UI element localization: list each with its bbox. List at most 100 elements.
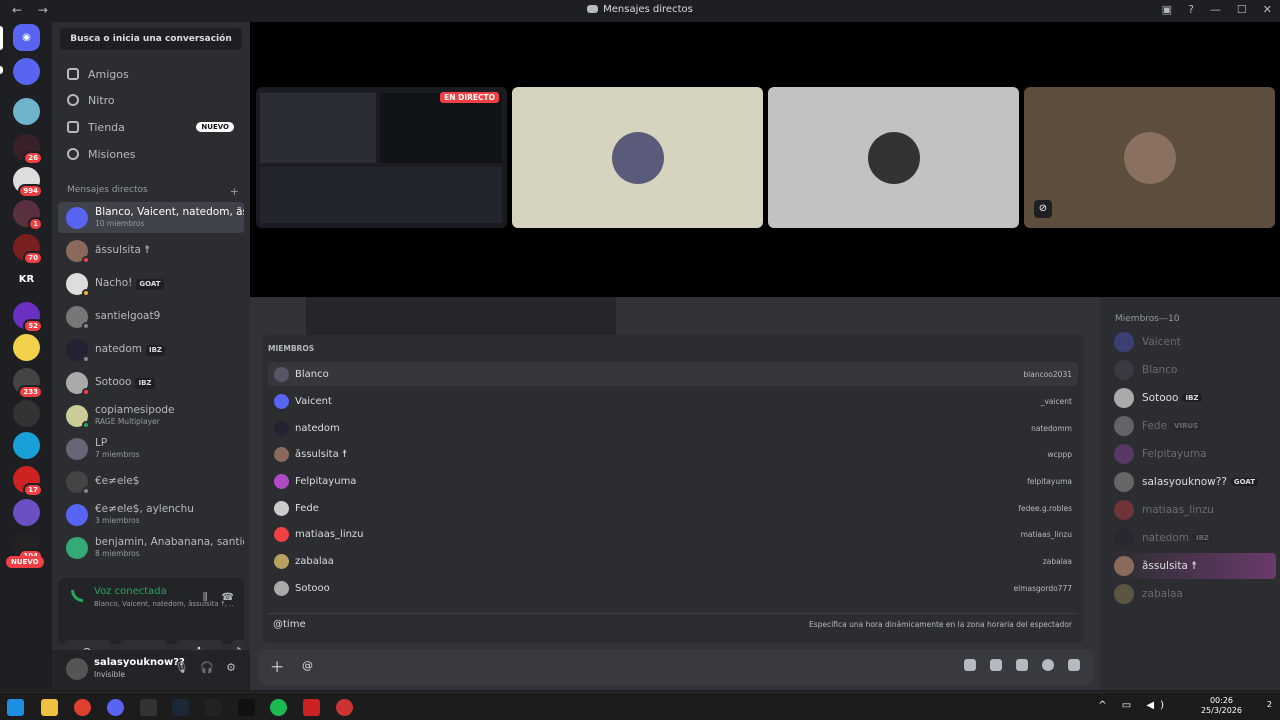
voice-status[interactable]: Voz conectada [94,586,167,597]
member-item[interactable]: natedom IBZ [1108,525,1276,551]
server-icon[interactable]: 994 [13,167,43,198]
participant-tile[interactable] [512,87,763,228]
explorer-icon[interactable] [41,699,58,716]
settings-icon[interactable]: ⚙ [226,661,236,674]
server-icon[interactable]: 26 [13,134,43,165]
headphones-icon[interactable]: 🎧 [200,661,214,674]
member-item[interactable]: Sotooo IBZ [1108,385,1276,411]
server-icon[interactable]: 70 [13,234,43,265]
mention-badge: 26 [23,151,43,165]
attach-button[interactable]: + [270,657,284,677]
member-item[interactable]: zabalaa [1108,581,1276,607]
dm-item[interactable]: ȁssulsita ☨ [58,235,244,266]
user-name[interactable]: salasyouknow?? [94,657,185,668]
server-icon[interactable]: 233 [13,368,43,399]
app-icon[interactable] [205,699,222,716]
dm-item[interactable]: Sotooo IBZ [58,367,244,398]
server-icon[interactable] [13,98,40,125]
maximize-button[interactable]: ☐ [1237,3,1247,16]
member-name: zabalaa [1142,588,1183,600]
start-icon[interactable] [7,699,24,716]
nav-nitro[interactable]: Nitro [60,88,244,112]
dm-item[interactable]: Nacho! GOAT [58,268,244,299]
server-icon[interactable]: 52 [13,302,43,333]
member-item[interactable]: Vaicent [1108,329,1276,355]
server-icon[interactable] [13,400,40,427]
inbox-icon[interactable]: ▣ [1162,3,1172,16]
member-item[interactable]: salasyouknow?? GOAT [1108,469,1276,495]
dm-name: Blanco, Vaicent, natedom, ȁss... [95,206,244,218]
dm-item[interactable]: €e≠ele$, aylenchu 3 miembros [58,499,244,530]
dm-item[interactable]: LP 7 miembros [58,433,244,464]
autocomplete-row[interactable]: Sotooo elmasgordo777 [268,576,1078,600]
autocomplete-row[interactable]: zabalaa zabalaa [268,549,1078,573]
minimize-button[interactable]: — [1210,3,1221,16]
autocomplete-row[interactable]: Vaicent _vaicent [268,389,1078,413]
apps-icon[interactable] [1068,659,1080,671]
autocomplete-row[interactable]: Blanco blancoo2031 [268,362,1078,386]
participant-tile[interactable]: ⊘ [1024,87,1275,228]
search-button[interactable]: Busca o inicia una conversación [60,28,242,50]
close-button[interactable]: ✕ [1263,3,1272,16]
spotify-icon[interactable] [270,699,287,716]
message-composer[interactable]: + @ [258,649,1094,685]
member-item[interactable]: matiaas_linzu [1108,497,1276,523]
nav-shop[interactable]: Tienda NUEVO [60,115,244,139]
server-icon[interactable]: 17 [13,466,43,497]
nav-friends[interactable]: Amigos [60,62,244,86]
autocomplete-row[interactable]: ȁssulsita ☨ wcppp [268,442,1078,466]
member-item[interactable]: Blanco [1108,357,1276,383]
dm-item[interactable]: benjamin, Anabanana, santiel...8 miembro… [58,532,244,563]
emoji-icon[interactable] [1042,659,1054,671]
gif-icon[interactable] [990,659,1002,671]
dm-item[interactable]: Blanco, Vaicent, natedom, ȁss...10 miemb… [58,202,244,233]
autocomplete-row[interactable]: Felpitayuma felpitayuma [268,469,1078,493]
noise-suppression-icon[interactable]: ⫼ [203,592,208,603]
create-dm-button[interactable]: + [230,185,239,198]
server-kr[interactable]: KR [13,266,40,293]
mic-icon[interactable]: 🎙 [174,661,188,674]
notification-count[interactable]: 2 [1267,700,1272,709]
time-command-row[interactable]: @time Especifica una hora dinámicamente e… [268,613,1078,635]
server-icon[interactable] [13,432,40,459]
member-item[interactable]: Felpitayuma [1108,441,1276,467]
steam-icon[interactable] [172,699,189,716]
system-tray[interactable]: ^ ▭ ◀) [1098,700,1170,711]
clock[interactable]: 00:26 25/3/2026 [1201,696,1242,716]
autocomplete-row[interactable]: Fede fedee.g.robles [268,496,1078,520]
member-item[interactable]: Fede VIRUS [1108,413,1276,439]
stream-tile[interactable]: EN DIRECTO [256,87,507,228]
server-icon[interactable] [13,334,40,361]
quests-icon [67,148,79,160]
home-button[interactable]: ◉ [13,24,40,51]
dm-name: ȁssulsita ☨ [95,245,150,256]
participant-tile[interactable] [768,87,1019,228]
window-title-text: Mensajes directos [603,4,693,15]
dm-item[interactable]: natedom IBZ [58,334,244,365]
autocomplete-row[interactable]: natedom natedomm [268,416,1078,440]
clock-time: 00:26 [1209,696,1234,705]
server-icon[interactable] [13,58,40,85]
disconnect-icon[interactable]: ☎ [222,592,234,603]
chrome-icon[interactable] [74,699,91,716]
dm-item[interactable]: €e≠ele$ [58,466,244,497]
member-item[interactable]: ȁssulsita ☨ [1108,553,1276,579]
nav-label: Amigos [88,67,129,81]
nav-quests[interactable]: Misiones [60,142,244,166]
server-icon[interactable] [13,499,40,526]
discord-icon[interactable] [107,699,124,716]
app-icon[interactable] [336,699,353,716]
app-icon[interactable] [238,699,255,716]
message-input[interactable]: @ [302,659,313,672]
help-icon[interactable]: ? [1188,3,1194,16]
autocomplete-row[interactable]: matiaas_linzu matiaas_linzu [268,522,1078,546]
gift-icon[interactable] [964,659,976,671]
app-icon[interactable] [303,699,320,716]
user-avatar[interactable] [66,658,88,680]
dm-item[interactable]: santielgoat9 [58,301,244,332]
epic-icon[interactable] [140,699,157,716]
dm-item[interactable]: copiamesipode RAGE Multiplayer [58,400,244,431]
server-icon[interactable]: 1 [13,200,43,231]
sticker-icon[interactable] [1016,659,1028,671]
server-icon[interactable]: 104 [13,532,43,563]
